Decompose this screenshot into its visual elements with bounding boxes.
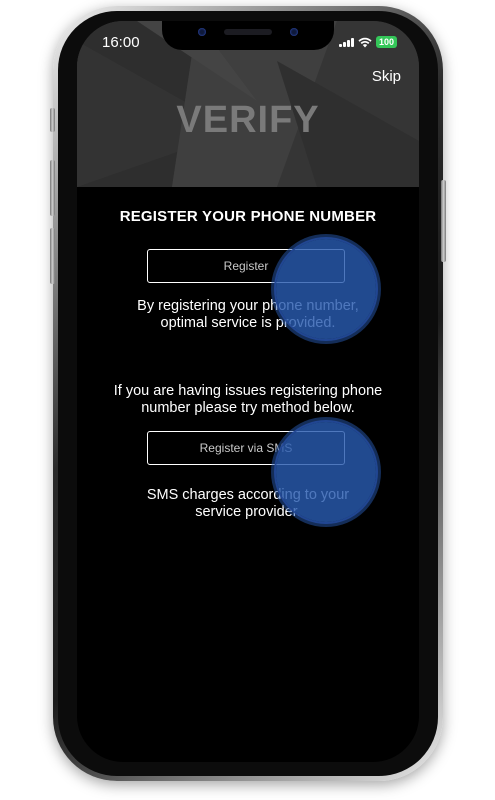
issues-note-line-2: number please try method below. <box>141 400 355 416</box>
battery-icon: 100 <box>375 36 397 48</box>
issues-note-line-1: If you are having issues registering pho… <box>113 383 383 399</box>
logo: VERIFY <box>176 99 320 141</box>
sms-note-line-2: service provider. <box>195 504 301 520</box>
status-time: 16:00 <box>102 34 140 51</box>
register-note-line-2: optimal service is provided. <box>160 315 336 331</box>
page-title: REGISTER YOUR PHONE NUMBER <box>119 208 377 225</box>
signal-icon <box>339 37 354 47</box>
notch <box>162 21 334 50</box>
sms-note: SMS charges according to your service pr… <box>77 487 419 521</box>
sms-note-line-1: SMS charges according to your <box>146 487 350 503</box>
volume-up-button <box>50 160 55 216</box>
speaker-grille <box>224 29 272 35</box>
silent-switch <box>50 108 55 132</box>
register-note: By registering your phone number, optima… <box>77 298 419 332</box>
register-button[interactable]: Register <box>147 249 345 283</box>
power-button <box>441 180 446 262</box>
status-icons: 100 <box>339 36 397 48</box>
register-note-line-1: By registering your phone number, <box>137 298 359 314</box>
camera-icon <box>198 28 206 36</box>
wifi-icon <box>358 37 372 47</box>
sensor-icon <box>290 28 298 36</box>
register-via-sms-button[interactable]: Register via SMS <box>147 431 345 465</box>
skip-button[interactable]: Skip <box>372 68 401 85</box>
screen: VERIFY 16:00 100 Skip REGISTER YOUR PHON… <box>77 21 419 762</box>
volume-down-button <box>50 228 55 284</box>
issues-note: If you are having issues registering pho… <box>77 383 419 417</box>
